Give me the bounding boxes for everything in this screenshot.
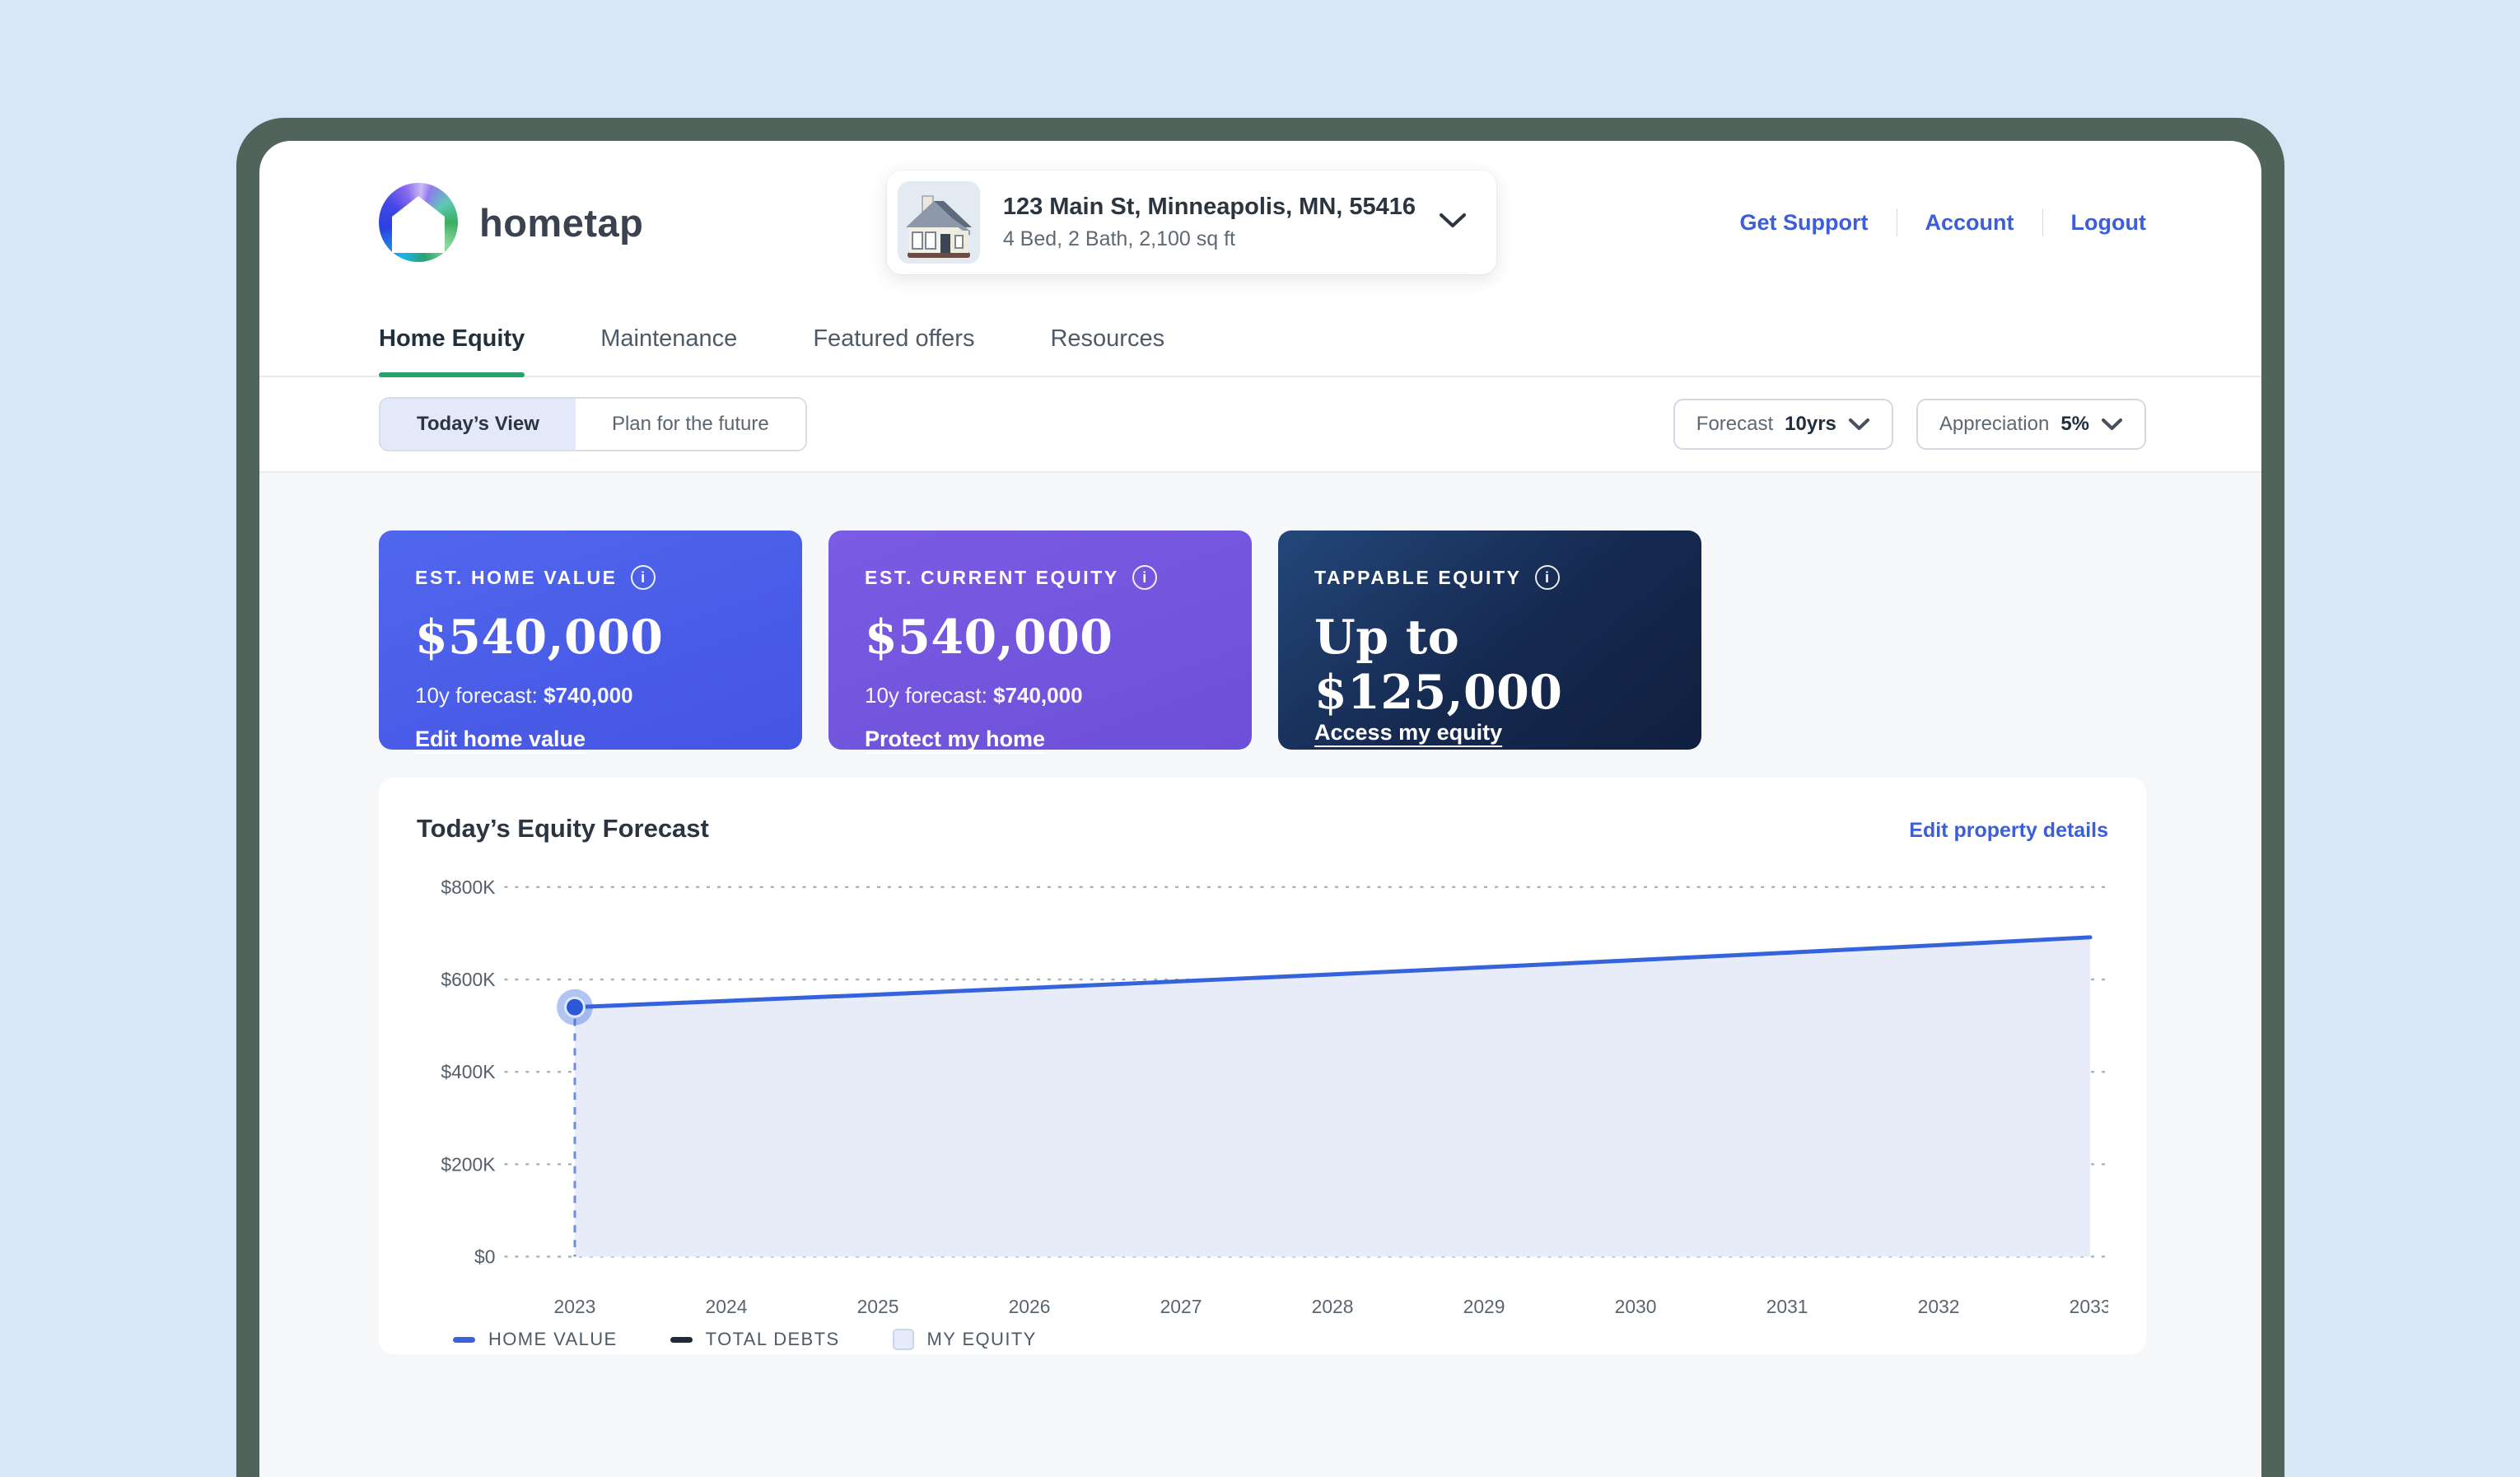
summary-cards: EST. HOME VALUE i $540,000 10y forecast:… (379, 531, 2146, 750)
edit-home-value-link[interactable]: Edit home value (415, 727, 586, 752)
tappable-equity-amount: Up to $125,000 (1314, 610, 1665, 720)
tappable-equity-card: TAPPABLE EQUITY i Up to $125,000 Access … (1278, 531, 1701, 750)
view-toggle: Today’s View Plan for the future (379, 397, 807, 451)
chart-controls: Forecast 10yrs Appreciation 5% (1673, 399, 2146, 450)
svg-text:$200K: $200K (441, 1153, 495, 1175)
legend-home-value: HOME VALUE (453, 1329, 618, 1350)
card-label: EST. HOME VALUE (415, 567, 618, 589)
property-info: 123 Main St, Minneapolis, MN, 55416 4 Be… (1003, 194, 1416, 251)
chart-legend: HOME VALUE TOTAL DEBTS MY EQUITY (417, 1329, 2108, 1350)
protect-my-home-link[interactable]: Protect my home (865, 727, 1045, 752)
forecast-line: 10y forecast: $740,000 (865, 683, 1216, 708)
tab-maintenance[interactable]: Maintenance (600, 325, 737, 376)
card-label: TAPPABLE EQUITY (1314, 567, 1522, 589)
svg-text:2032: 2032 (1918, 1296, 1960, 1317)
home-value-amount: $540,000 (415, 610, 766, 665)
forecast-label: Forecast (1696, 413, 1773, 436)
app-window: hometap (259, 141, 2261, 1477)
house-thumbnail-icon (898, 181, 980, 264)
toolbar: Today’s View Plan for the future Forecas… (259, 377, 2261, 473)
forecast-value: 10yrs (1785, 413, 1836, 436)
equity-forecast-chart: $800K $600K $400K $200K $0 2023 2024 2025 2026 20… (417, 867, 2108, 1325)
info-icon[interactable]: i (631, 565, 656, 590)
svg-text:$400K: $400K (441, 1061, 495, 1082)
info-icon[interactable]: i (1535, 565, 1560, 590)
browser-frame: hometap (236, 118, 2284, 1477)
chart-svg: $800K $600K $400K $200K $0 2023 2024 2025 2026 20… (417, 867, 2108, 1325)
hometap-logo-icon (379, 183, 458, 262)
home-value-swatch-icon (453, 1337, 475, 1343)
account-links: Get Support Account Logout (1740, 208, 2146, 236)
edit-property-details-link[interactable]: Edit property details (1909, 819, 2108, 843)
chevron-down-icon (1848, 418, 1870, 432)
tab-featured-offers[interactable]: Featured offers (813, 325, 974, 376)
property-address: 123 Main St, Minneapolis, MN, 55416 (1003, 194, 1416, 221)
info-icon[interactable]: i (1132, 565, 1157, 590)
svg-text:2027: 2027 (1160, 1296, 1202, 1317)
appreciation-dropdown[interactable]: Appreciation 5% (1916, 399, 2146, 450)
tab-resources[interactable]: Resources (1050, 325, 1164, 376)
svg-text:$800K: $800K (441, 876, 495, 898)
svg-text:$600K: $600K (441, 969, 495, 990)
total-debts-swatch-icon (670, 1337, 693, 1343)
account-link[interactable]: Account (1925, 210, 2014, 236)
svg-text:2023: 2023 (554, 1296, 596, 1317)
my-equity-swatch-icon (893, 1329, 914, 1350)
header: hometap (259, 141, 2261, 274)
main-nav: Home Equity Maintenance Featured offers … (259, 325, 2261, 377)
svg-text:2029: 2029 (1463, 1296, 1505, 1317)
est-home-value-card: EST. HOME VALUE i $540,000 10y forecast:… (379, 531, 802, 750)
svg-text:2026: 2026 (1009, 1296, 1051, 1317)
todays-view-toggle[interactable]: Today’s View (380, 399, 576, 450)
content-area: EST. HOME VALUE i $540,000 10y forecast:… (259, 473, 2261, 1477)
divider (2042, 208, 2043, 236)
property-selector[interactable]: 123 Main St, Minneapolis, MN, 55416 4 Be… (887, 171, 1496, 274)
svg-text:2024: 2024 (706, 1296, 748, 1317)
svg-text:2033: 2033 (2070, 1296, 2108, 1317)
logo-wordmark: hometap (479, 200, 643, 245)
svg-text:2030: 2030 (1615, 1296, 1657, 1317)
current-equity-amount: $540,000 (865, 610, 1216, 665)
plan-for-future-toggle[interactable]: Plan for the future (576, 399, 805, 450)
appreciation-label: Appreciation (1939, 413, 2049, 436)
hometap-logo: hometap (379, 183, 643, 262)
svg-text:2028: 2028 (1312, 1296, 1354, 1317)
card-label: EST. CURRENT EQUITY (865, 567, 1119, 589)
access-my-equity-link[interactable]: Access my equity (1314, 720, 1502, 746)
est-current-equity-card: EST. CURRENT EQUITY i $540,000 10y forec… (828, 531, 1252, 750)
property-details: 4 Bed, 2 Bath, 2,100 sq ft (1003, 227, 1416, 251)
svg-text:2031: 2031 (1766, 1296, 1808, 1317)
svg-text:$0: $0 (474, 1246, 495, 1267)
get-support-link[interactable]: Get Support (1740, 210, 1869, 236)
forecast-line: 10y forecast: $740,000 (415, 683, 766, 708)
panel-title: Today’s Equity Forecast (417, 814, 709, 844)
appreciation-value: 5% (2060, 413, 2089, 436)
legend-total-debts: TOTAL DEBTS (670, 1329, 840, 1350)
forecast-dropdown[interactable]: Forecast 10yrs (1673, 399, 1893, 450)
svg-text:2025: 2025 (857, 1296, 899, 1317)
chevron-down-icon (1439, 213, 1467, 233)
tab-home-equity[interactable]: Home Equity (379, 325, 525, 376)
chevron-down-icon (2101, 418, 2123, 432)
equity-forecast-panel: Today’s Equity Forecast Edit property de… (379, 778, 2146, 1354)
logout-link[interactable]: Logout (2071, 210, 2146, 236)
legend-my-equity: MY EQUITY (893, 1329, 1037, 1350)
